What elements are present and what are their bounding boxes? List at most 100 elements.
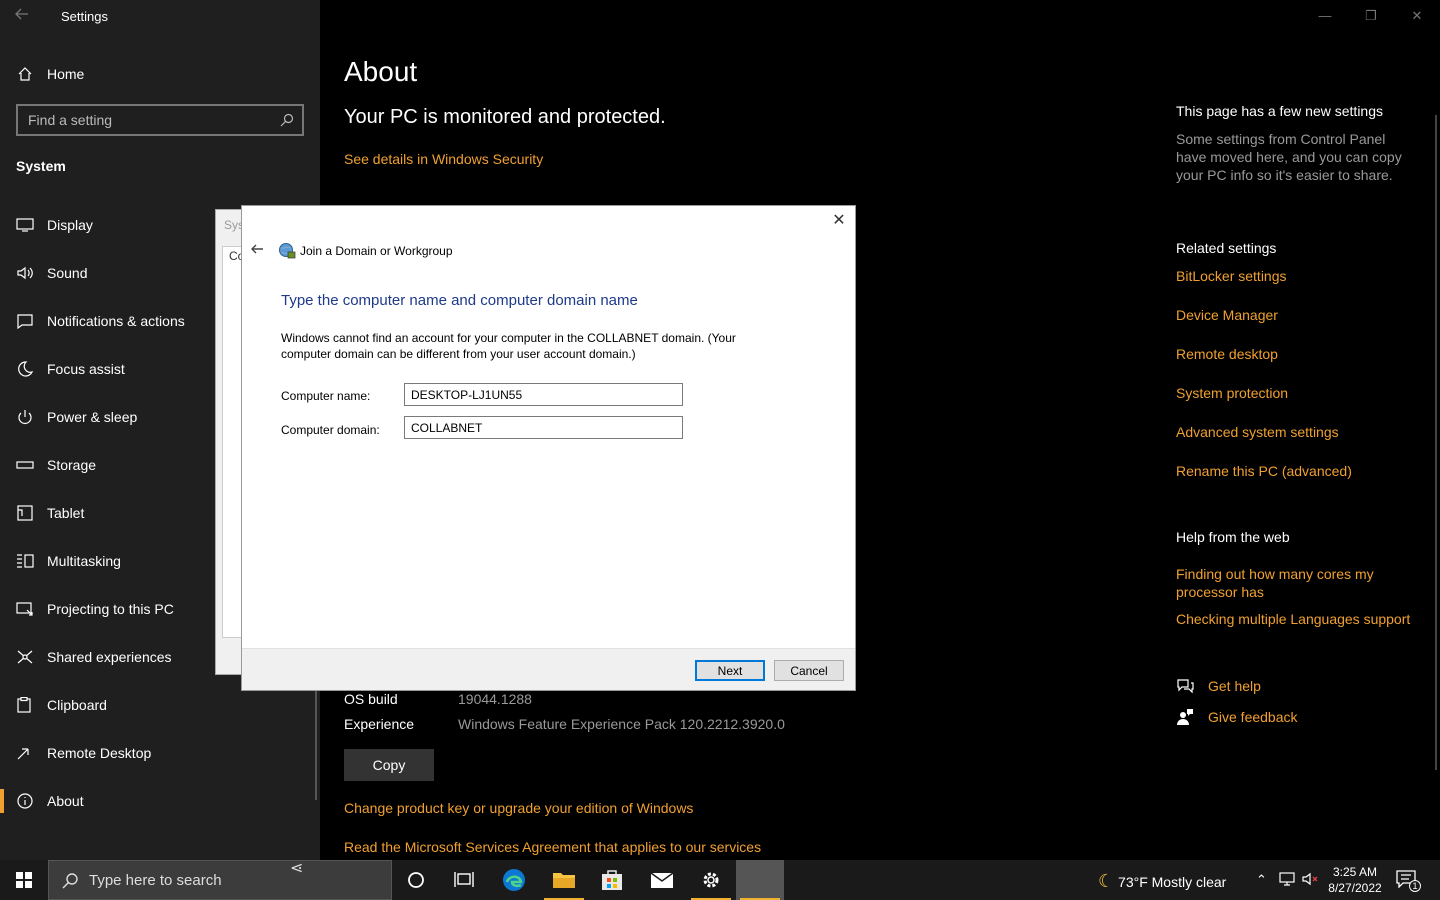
computer-domain-label: Computer domain: — [281, 423, 380, 437]
minimize-button[interactable]: — — [1302, 0, 1348, 32]
computer-name-field[interactable] — [404, 383, 683, 406]
spec-key: Experience — [344, 716, 415, 732]
taskbar-search-input[interactable] — [89, 872, 379, 889]
cancel-button[interactable]: Cancel — [774, 660, 844, 681]
services-agreement-link[interactable]: Read the Microsoft Services Agreement th… — [344, 839, 761, 855]
text-cursor-icon: ⋖ — [290, 860, 304, 877]
store-icon — [602, 870, 622, 890]
power-icon — [18, 410, 32, 424]
gear-icon — [703, 872, 719, 888]
sidebar-item-clipboard[interactable]: Clipboard — [0, 685, 320, 725]
give-feedback-link[interactable]: Give feedback — [1208, 708, 1440, 726]
remote-desktop-link[interactable]: Remote desktop — [1176, 345, 1426, 363]
sidebar-item-label: About — [47, 793, 84, 809]
help-link-cores[interactable]: Finding out how many cores my processor … — [1176, 565, 1396, 601]
network-icon[interactable] — [1279, 872, 1295, 889]
sidebar-item-label: Sound — [47, 265, 88, 281]
setting-search-box[interactable] — [16, 104, 304, 136]
copy-button[interactable]: Copy — [344, 749, 434, 781]
sidebar-item-about[interactable]: About — [0, 781, 320, 821]
page-title: About — [344, 56, 418, 87]
close-icon: ✕ — [1411, 8, 1423, 23]
clock[interactable]: 3:25 AM 8/27/2022 — [1328, 864, 1382, 896]
task-view-button[interactable] — [440, 860, 488, 900]
taskbar-search-box[interactable] — [48, 860, 392, 900]
back-button[interactable] — [14, 6, 34, 26]
rename-pc-link[interactable]: Rename this PC (advanced) — [1176, 462, 1426, 480]
main-scrollbar[interactable] — [1435, 115, 1437, 770]
cortana-button[interactable] — [392, 860, 440, 900]
info-icon — [17, 793, 33, 809]
back-arrow-icon — [15, 8, 28, 20]
sidebar-item-label: Display — [47, 217, 93, 233]
new-settings-text: Some settings from Control Panel have mo… — [1176, 131, 1402, 183]
spec-row-os-build: OS build 19044.1288 — [344, 691, 532, 707]
computer-name-label: Computer name: — [281, 389, 371, 403]
setting-search-input[interactable] — [28, 112, 268, 128]
system-protection-link[interactable]: System protection — [1176, 384, 1426, 402]
active-indicator — [0, 789, 4, 813]
title-bar: Settings — [0, 0, 320, 34]
notification-icon — [17, 314, 33, 329]
dialog-message: Windows cannot find an account for your … — [281, 331, 736, 361]
mail-icon — [650, 872, 674, 888]
mail-taskbar-button[interactable] — [638, 860, 686, 900]
sidebar-item-label: Storage — [47, 457, 97, 473]
new-settings-title: This page has a few new settings — [1176, 103, 1384, 119]
join-domain-dialog: ✕ Join a Domain or Workgroup Type the co… — [241, 205, 856, 691]
home-icon — [18, 67, 32, 81]
dialog-caption: Join a Domain or Workgroup — [300, 244, 453, 258]
start-button[interactable] — [0, 860, 48, 900]
sidebar-item-label: Focus assist — [47, 361, 125, 377]
file-explorer-taskbar-button[interactable] — [540, 860, 588, 900]
system-window-taskbar-button[interactable] — [736, 860, 784, 900]
get-help-icon — [1176, 677, 1196, 695]
sidebar-item-label: Projecting to this PC — [47, 601, 174, 617]
spec-value: 19044.1288 — [458, 691, 532, 707]
weather-text: 73°F Mostly clear — [1118, 874, 1227, 890]
minimize-icon: — — [1318, 8, 1332, 23]
advanced-system-settings-link[interactable]: Advanced system settings — [1176, 423, 1426, 441]
help-title: Help from the web — [1176, 529, 1290, 545]
dialog-back-button[interactable] — [250, 242, 264, 260]
next-button[interactable]: Next — [695, 660, 765, 681]
action-center-button[interactable]: 1 — [1396, 870, 1421, 892]
feedback-icon — [1176, 708, 1196, 726]
date-text: 8/27/2022 — [1328, 881, 1382, 895]
sidebar-item-remote-desktop[interactable]: Remote Desktop — [0, 733, 320, 773]
edge-taskbar-button[interactable] — [490, 860, 538, 900]
sidebar-item-label: Shared experiences — [47, 649, 172, 665]
close-button[interactable]: ✕ — [1394, 0, 1440, 32]
restore-icon: ❐ — [1365, 8, 1377, 23]
remote-desktop-icon — [17, 748, 29, 760]
windows-security-link[interactable]: See details in Windows Security — [344, 151, 543, 167]
volume-muted-icon[interactable] — [1302, 872, 1320, 889]
get-help-link[interactable]: Get help — [1208, 677, 1440, 695]
device-manager-link[interactable]: Device Manager — [1176, 306, 1426, 324]
multitasking-icon — [17, 554, 34, 568]
product-key-link[interactable]: Change product key or upgrade your editi… — [344, 800, 693, 816]
search-icon — [62, 873, 78, 889]
sidebar-item-label: Multitasking — [47, 553, 121, 569]
sidebar-item-label: Remote Desktop — [47, 745, 152, 761]
cortana-icon — [408, 872, 424, 888]
store-taskbar-button[interactable] — [588, 860, 636, 900]
dialog-heading: Type the computer name and computer doma… — [281, 292, 638, 309]
shared-icon — [17, 650, 33, 664]
computer-domain-field[interactable] — [404, 416, 683, 439]
sidebar-item-label: Notifications & actions — [47, 313, 185, 329]
chevron-up-icon[interactable]: ⌃ — [1256, 872, 1267, 888]
monitor-icon — [16, 218, 34, 232]
dialog-close-button[interactable]: ✕ — [829, 211, 849, 231]
weather-widget[interactable]: ☾ 73°F Mostly clear — [1098, 871, 1226, 892]
tablet-icon — [17, 505, 33, 521]
section-title: System — [16, 158, 66, 174]
help-link-languages[interactable]: Checking multiple Languages support — [1176, 610, 1426, 628]
spec-row-experience: Experience Windows Feature Experience Pac… — [344, 716, 785, 732]
maximize-button[interactable]: ❐ — [1348, 0, 1394, 32]
taskbar: ☾ 73°F Mostly clear ⌃ 3:25 AM 8/27/2022 … — [0, 860, 1440, 900]
settings-taskbar-button[interactable] — [687, 860, 735, 900]
bitlocker-link[interactable]: BitLocker settings — [1176, 267, 1426, 285]
related-settings-title: Related settings — [1176, 240, 1277, 256]
sidebar-item-home[interactable]: Home — [0, 58, 320, 90]
